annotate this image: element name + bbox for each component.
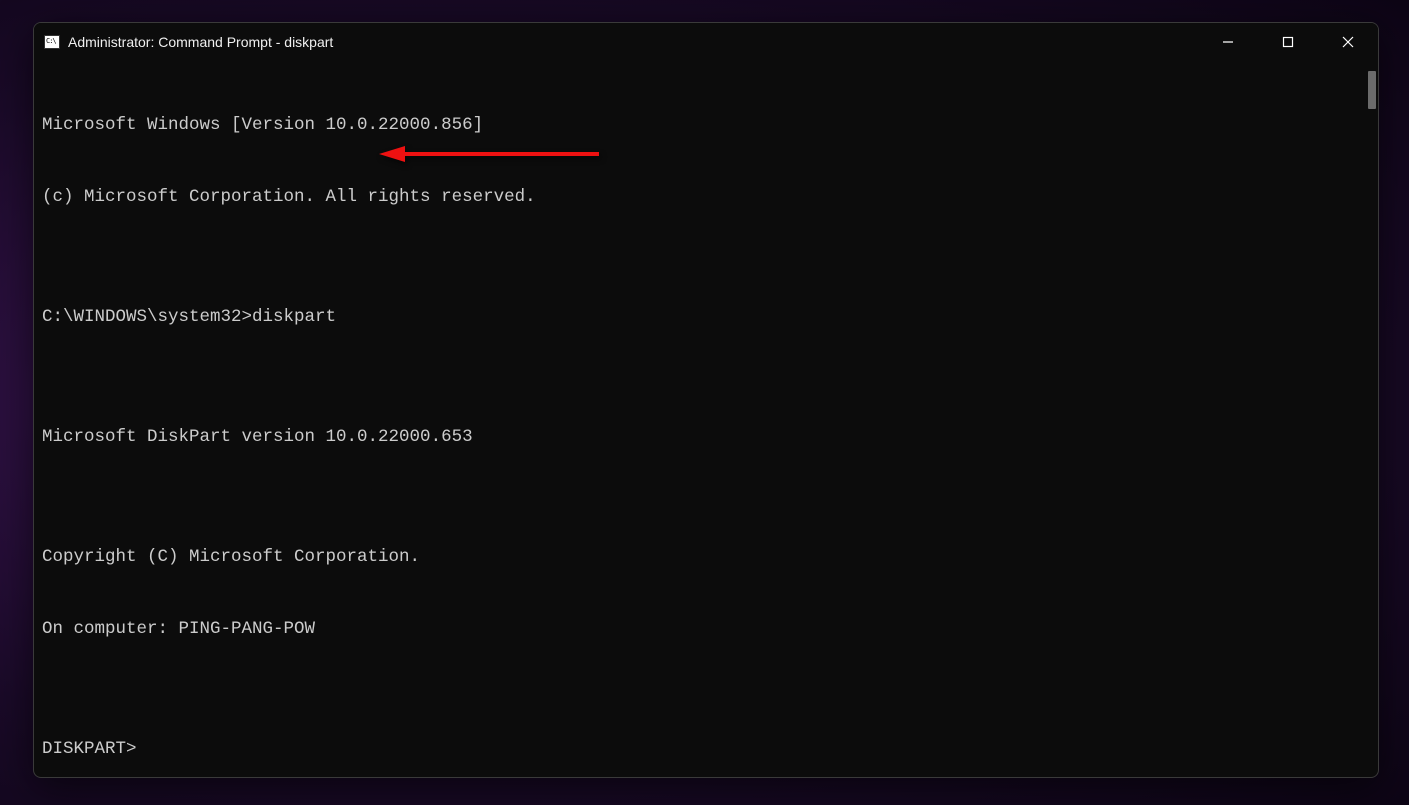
terminal-output[interactable]: Microsoft Windows [Version 10.0.22000.85… xyxy=(34,61,1378,777)
scrollbar-thumb[interactable] xyxy=(1368,71,1376,109)
terminal-line: C:\WINDOWS\system32>diskpart xyxy=(42,305,1370,329)
maximize-button[interactable] xyxy=(1258,23,1318,61)
terminal-line: DISKPART> xyxy=(42,737,1370,761)
terminal-line: Copyright (C) Microsoft Corporation. xyxy=(42,545,1370,569)
titlebar-controls xyxy=(1198,23,1378,61)
scrollbar-track[interactable] xyxy=(1362,61,1378,777)
terminal-line: Microsoft Windows [Version 10.0.22000.85… xyxy=(42,113,1370,137)
cmd-icon xyxy=(44,35,60,49)
command-prompt-window: Administrator: Command Prompt - diskpart… xyxy=(33,22,1379,778)
terminal-line: (c) Microsoft Corporation. All rights re… xyxy=(42,185,1370,209)
minimize-button[interactable] xyxy=(1198,23,1258,61)
titlebar[interactable]: Administrator: Command Prompt - diskpart xyxy=(34,23,1378,61)
terminal-line: Microsoft DiskPart version 10.0.22000.65… xyxy=(42,425,1370,449)
close-button[interactable] xyxy=(1318,23,1378,61)
window-title: Administrator: Command Prompt - diskpart xyxy=(68,34,333,50)
terminal-line: On computer: PING-PANG-POW xyxy=(42,617,1370,641)
annotation-arrow-icon xyxy=(379,144,599,164)
